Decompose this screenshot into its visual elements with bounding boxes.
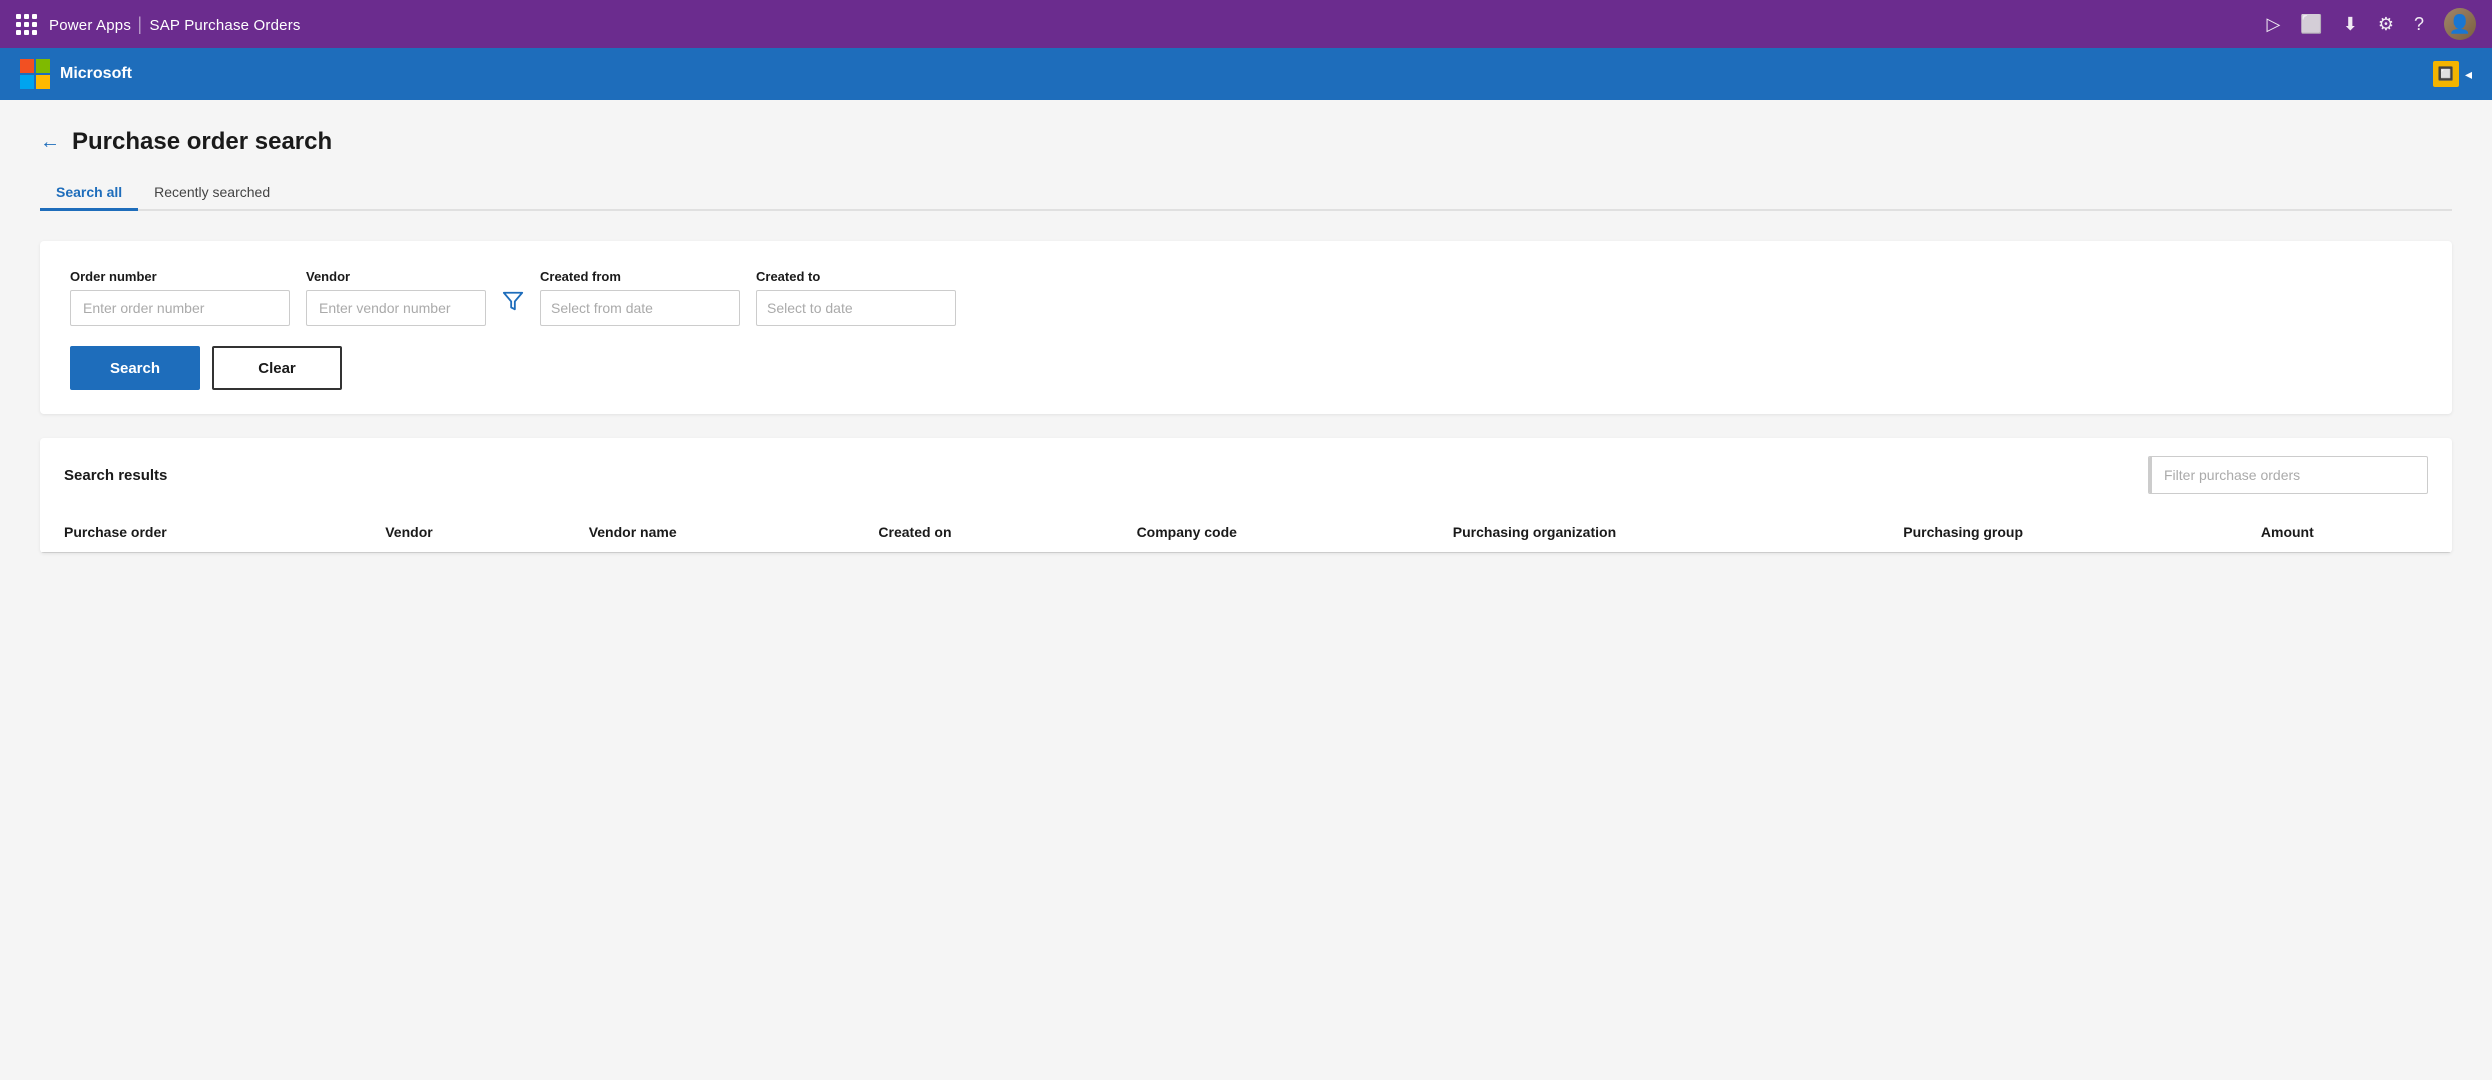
search-button[interactable]: Search [70, 346, 200, 390]
ms-square-red [20, 59, 34, 73]
top-nav-right: ▷ ⬜ ⬇ ⚙ ? 👤 [2266, 8, 2476, 40]
top-nav-left: Power Apps | SAP Purchase Orders [16, 14, 301, 35]
microsoft-logo: Microsoft [20, 59, 132, 89]
back-arrow-icon[interactable]: ← [40, 131, 60, 154]
tab-recently-searched[interactable]: Recently searched [138, 176, 286, 211]
app-title: Power Apps | SAP Purchase Orders [49, 14, 301, 35]
created-to-label: Created to [756, 269, 956, 284]
table-header-row: Purchase order Vendor Vendor name Create… [40, 512, 2452, 553]
col-vendor: Vendor [361, 512, 564, 553]
created-to-text-input[interactable] [757, 292, 956, 324]
ms-arrow-icon[interactable]: ◂ [2465, 66, 2472, 83]
col-company-code: Company code [1113, 512, 1429, 553]
created-from-label: Created from [540, 269, 740, 284]
col-vendor-name: Vendor name [565, 512, 855, 553]
col-purchasing-group: Purchasing group [1879, 512, 2237, 553]
vendor-label: Vendor [306, 269, 486, 284]
main-content: ← Purchase order search Search all Recen… [0, 100, 2492, 1080]
avatar-image: 👤 [2444, 8, 2476, 40]
page-header: ← Purchase order search [40, 128, 2452, 156]
results-table: Purchase order Vendor Vendor name Create… [40, 512, 2452, 553]
table-header: Purchase order Vendor Vendor name Create… [40, 512, 2452, 553]
filter-icon-container [502, 290, 524, 326]
results-header: Search results [40, 438, 2452, 512]
vendor-group: Vendor [306, 269, 486, 326]
search-form: Order number Vendor Created from [40, 241, 2452, 414]
results-section: Search results Purchase order Vendor Ven… [40, 438, 2452, 553]
filter-input-container [2148, 456, 2428, 494]
ms-square-blue [20, 75, 34, 89]
results-title: Search results [64, 467, 167, 484]
microsoft-bar: Microsoft 🔲 ◂ [0, 48, 2492, 100]
ms-bar-right: 🔲 ◂ [2433, 61, 2472, 87]
apps-grid-icon[interactable] [16, 14, 37, 35]
download-icon[interactable]: ⬇ [2343, 14, 2358, 35]
vendor-input[interactable] [306, 290, 486, 326]
play-icon[interactable]: ▷ [2266, 14, 2280, 35]
screen-icon[interactable]: ⬜ [2300, 14, 2322, 35]
col-amount: Amount [2237, 512, 2452, 553]
settings-icon[interactable]: ⚙ [2378, 14, 2394, 35]
created-from-group: Created from [540, 269, 740, 326]
tab-search-all[interactable]: Search all [40, 176, 138, 211]
microsoft-label: Microsoft [60, 65, 132, 83]
order-number-group: Order number [70, 269, 290, 326]
top-nav: Power Apps | SAP Purchase Orders ▷ ⬜ ⬇ ⚙… [0, 0, 2492, 48]
clear-button[interactable]: Clear [212, 346, 342, 390]
order-number-label: Order number [70, 269, 290, 284]
ms-squares-icon [20, 59, 50, 89]
filter-purchase-orders-input[interactable] [2152, 459, 2427, 491]
filter-funnel-icon[interactable] [502, 290, 524, 318]
created-to-group: Created to [756, 269, 956, 326]
ms-app-icon[interactable]: 🔲 [2433, 61, 2459, 87]
order-number-input[interactable] [70, 290, 290, 326]
ms-square-yellow [36, 75, 50, 89]
col-purchase-order: Purchase order [40, 512, 361, 553]
action-buttons-row: Search Clear [70, 346, 2422, 390]
created-from-text-input[interactable] [541, 292, 740, 324]
help-icon[interactable]: ? [2414, 14, 2424, 35]
form-fields-row: Order number Vendor Created from [70, 269, 2422, 326]
col-created-on: Created on [854, 512, 1112, 553]
col-purchasing-org: Purchasing organization [1429, 512, 1879, 553]
created-from-date-input [540, 290, 740, 326]
ms-square-green [36, 59, 50, 73]
page-title: Purchase order search [72, 128, 332, 156]
tabs-container: Search all Recently searched [40, 176, 2452, 211]
created-to-date-input [756, 290, 956, 326]
title-divider: | [137, 14, 147, 34]
avatar[interactable]: 👤 [2444, 8, 2476, 40]
